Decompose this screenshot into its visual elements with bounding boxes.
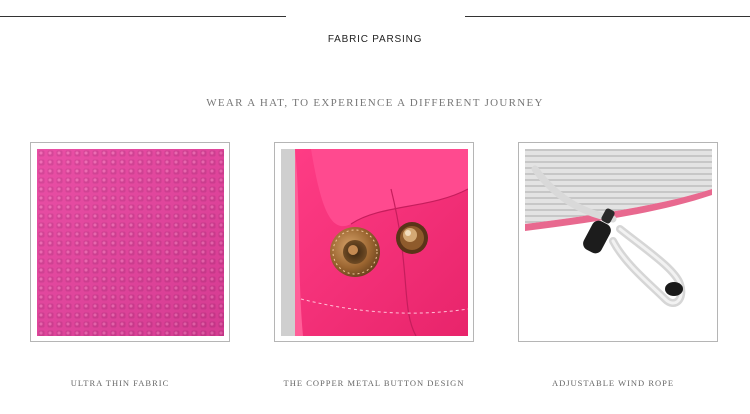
section-subtitle: WEAR A HAT, TO EXPERIENCE A DIFFERENT JO… [206,97,544,109]
caption-ultra-thin-fabric: ULTRA THIN FABRIC [70,378,170,388]
pink-fabric-texture-icon [37,149,224,336]
button-photo-card [274,142,474,342]
caption-wind-rope: ADJUSTABLE WIND ROPE [551,378,675,388]
fabric-parsing-section: FABRIC PARSING WEAR A HAT, TO EXPERIENCE… [0,0,750,414]
divider-left [0,16,286,17]
copper-snap-button-icon [281,149,468,336]
caption-copper-button: THE COPPER METAL BUTTON DESIGN [283,378,465,388]
section-title: FABRIC PARSING [327,34,423,45]
divider-right [465,16,750,17]
wind-rope-photo-card [518,142,718,342]
fabric-photo-card [30,142,230,342]
wind-rope-cord-lock-icon [525,149,712,336]
